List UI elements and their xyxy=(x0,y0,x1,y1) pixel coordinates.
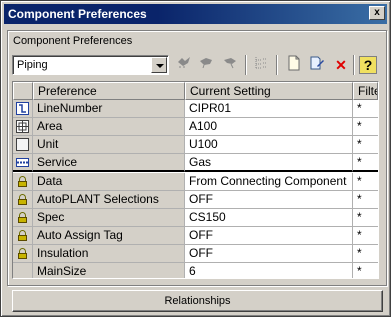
help-icon[interactable]: ? xyxy=(359,56,377,74)
row-icon-cell xyxy=(13,245,33,263)
pref-name: Service xyxy=(33,154,185,172)
tree-icon[interactable] xyxy=(251,55,271,75)
pref-setting[interactable]: OFF xyxy=(185,227,353,245)
row-icon-cell xyxy=(13,100,33,118)
pref-filter[interactable]: * xyxy=(353,173,378,191)
group-label: Component Preferences xyxy=(13,35,133,47)
lock-icon xyxy=(18,248,27,259)
preferences-grid: Preference Current Setting Filter LineNu… xyxy=(12,81,379,279)
header-corner xyxy=(13,82,33,100)
pref-filter[interactable]: * xyxy=(353,245,378,263)
lock-icon xyxy=(18,176,27,187)
delete-icon[interactable]: ✕ xyxy=(331,55,351,75)
pref-name: Area xyxy=(33,118,185,136)
pref-name: Spec xyxy=(33,209,185,227)
close-button[interactable]: x xyxy=(369,6,385,20)
pref-name: AutoPLANT Selections xyxy=(33,191,185,209)
pref-name: Data xyxy=(33,173,185,191)
table-row[interactable]: Unit U100 * xyxy=(13,136,378,154)
pref-filter[interactable]: * xyxy=(353,100,378,118)
pref-filter[interactable]: * xyxy=(353,136,378,154)
header-preference[interactable]: Preference xyxy=(33,82,185,100)
row-icon-cell xyxy=(13,263,33,278)
chevron-down-icon[interactable] xyxy=(151,57,167,73)
row-icon-cell xyxy=(13,173,33,191)
bird-icon-3[interactable] xyxy=(220,55,240,75)
table-row[interactable]: Area A100 * xyxy=(13,118,378,136)
pref-setting[interactable]: 6 xyxy=(185,263,353,278)
table-row[interactable]: Insulation OFF * xyxy=(13,245,378,263)
row-icon-cell xyxy=(13,209,33,227)
pref-filter[interactable]: * xyxy=(353,118,378,136)
pref-setting[interactable]: From Connecting Component xyxy=(185,173,353,191)
table-row[interactable]: AutoPLANT Selections OFF * xyxy=(13,191,378,209)
pref-filter[interactable]: * xyxy=(353,191,378,209)
edit-doc-icon[interactable] xyxy=(307,55,327,75)
row-icon-cell xyxy=(13,118,33,136)
pref-setting[interactable]: OFF xyxy=(185,245,353,263)
category-select[interactable]: Piping xyxy=(12,55,169,75)
row-icon-cell xyxy=(13,191,33,209)
lock-icon xyxy=(18,230,27,241)
row-icon-cell xyxy=(13,154,33,172)
relationships-button[interactable]: Relationships xyxy=(12,290,383,312)
pref-setting[interactable]: U100 xyxy=(185,136,353,154)
pref-filter[interactable]: * xyxy=(353,209,378,227)
pref-setting[interactable]: CS150 xyxy=(185,209,353,227)
pref-filter[interactable]: * xyxy=(353,263,378,278)
row-icon-cell xyxy=(13,227,33,245)
header-filter[interactable]: Filter xyxy=(353,82,378,100)
toolbar-separator xyxy=(245,55,247,75)
pref-name: Unit xyxy=(33,136,185,154)
grid-header-row: Preference Current Setting Filter xyxy=(13,82,378,100)
table-row[interactable]: Service Gas * xyxy=(13,154,378,172)
pref-filter[interactable]: * xyxy=(353,227,378,245)
toolbar-separator xyxy=(276,55,278,75)
table-row[interactable]: Spec CS150 * xyxy=(13,209,378,227)
window-title: Component Preferences xyxy=(8,7,147,21)
title-bar[interactable]: Component Preferences x xyxy=(4,4,387,24)
toolbar-separator xyxy=(353,55,355,75)
category-select-value: Piping xyxy=(17,59,48,71)
table-row[interactable]: Data From Connecting Component * xyxy=(13,173,378,191)
unit-icon xyxy=(16,138,29,151)
linenumber-icon xyxy=(16,102,29,115)
pref-setting[interactable]: CIPR01 xyxy=(185,100,353,118)
service-icon xyxy=(16,158,29,167)
row-icon-cell xyxy=(13,136,33,154)
new-doc-icon[interactable] xyxy=(284,55,304,75)
area-icon xyxy=(16,120,29,133)
lock-icon xyxy=(18,212,27,223)
pref-setting[interactable]: Gas xyxy=(185,154,353,172)
pref-name: LineNumber xyxy=(33,100,185,118)
pref-name: Auto Assign Tag xyxy=(33,227,185,245)
table-row[interactable]: Auto Assign Tag OFF * xyxy=(13,227,378,245)
pref-name: Insulation xyxy=(33,245,185,263)
table-row[interactable]: MainSize 6 * xyxy=(13,263,378,278)
bird-icon-1[interactable] xyxy=(174,55,194,75)
bird-icon-2[interactable] xyxy=(196,55,216,75)
pref-filter[interactable]: * xyxy=(353,154,378,172)
pref-setting[interactable]: OFF xyxy=(185,191,353,209)
table-row[interactable]: LineNumber CIPR01 * xyxy=(13,100,378,118)
header-current-setting[interactable]: Current Setting xyxy=(185,82,353,100)
component-preferences-window: Component Preferences x Component Prefer… xyxy=(0,0,391,317)
pref-setting[interactable]: A100 xyxy=(185,118,353,136)
lock-icon xyxy=(18,194,27,205)
pref-name: MainSize xyxy=(33,263,185,278)
